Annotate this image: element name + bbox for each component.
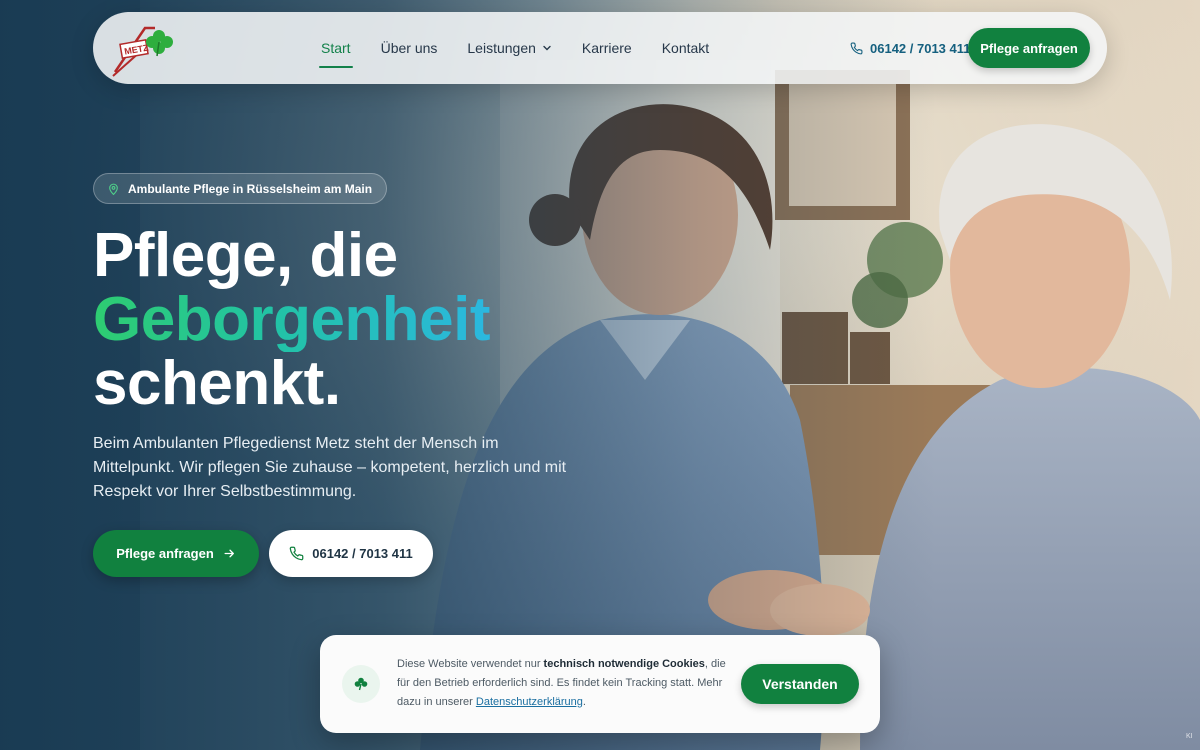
hero-request-care-button[interactable]: Pflege anfragen (93, 530, 259, 577)
nav-request-care-button[interactable]: Pflege anfragen (968, 28, 1090, 68)
headline-highlight: Geborgenheit (93, 285, 491, 354)
hero-call-button[interactable]: 06142 / 7013 411 (269, 530, 433, 577)
nav-item-label: Leistungen (467, 40, 536, 56)
nav-item-kontakt[interactable]: Kontakt (662, 12, 709, 84)
cookie-banner: Diese Website verwendet nur technisch no… (320, 635, 880, 733)
hero-lead-text: Beim Ambulanten Pflegedienst Metz steht … (93, 435, 567, 500)
nav-item-label: Karriere (581, 40, 632, 56)
cookie-text: Diese Website verwendet nur technisch no… (397, 655, 727, 712)
nav-item-leistungen[interactable]: Leistungen (467, 12, 552, 84)
headline-line-3: schenkt. (93, 349, 341, 418)
ai-image-label: KI (1186, 733, 1193, 740)
headline-line-1: Pflege, die (93, 221, 398, 290)
nav-item-label: Kontakt (661, 40, 710, 56)
nav-item-karriere[interactable]: Karriere (582, 12, 632, 84)
nav-phone-number: 06142 / 7013 411 (870, 40, 971, 56)
clover-icon (146, 30, 173, 57)
cookie-text-start: Diese Website verwendet nur (397, 658, 544, 670)
location-badge: Ambulante Pflege in Rüsselsheim am Main (93, 173, 388, 204)
cookie-accept-button[interactable]: Verstanden (741, 664, 859, 704)
location-badge-label: Ambulante Pflege in Rüsselsheim am Main (128, 181, 373, 196)
nav-links: Start Über uns Leistungen Karriere Konta… (319, 12, 739, 84)
phone-icon (850, 42, 863, 54)
cookie-text-bold: technisch notwendige Cookies (543, 658, 705, 670)
arrow-right-icon (224, 549, 234, 558)
phone-icon (289, 546, 304, 561)
logo-mark: METZ (112, 26, 173, 77)
hero-request-care-label: Pflege anfragen (116, 546, 214, 561)
company-logo[interactable]: METZ (111, 20, 175, 78)
privacy-policy-link[interactable]: Datenschutzerklärung (476, 696, 583, 708)
nav-item-start[interactable]: Start (319, 12, 353, 84)
chevron-down-icon (543, 45, 551, 51)
clover-icon (342, 665, 380, 703)
nav-item-ueber-uns[interactable]: Über uns (381, 12, 438, 84)
cookie-text-end: . (582, 696, 586, 708)
location-pin-icon (109, 183, 118, 195)
nav-phone-link[interactable]: 06142 / 7013 411 (850, 12, 971, 84)
clover-icon-graphic (354, 677, 368, 691)
hero-headline: Pflege, die Geborgenheit schenkt. (93, 221, 491, 418)
hero-call-label: 06142 / 7013 411 (312, 546, 413, 561)
nav-item-label: Über uns (380, 40, 438, 56)
nav-item-label: Start (321, 40, 351, 56)
main-navigation: METZ Start Über uns Leistungen Karriere … (93, 12, 1107, 84)
